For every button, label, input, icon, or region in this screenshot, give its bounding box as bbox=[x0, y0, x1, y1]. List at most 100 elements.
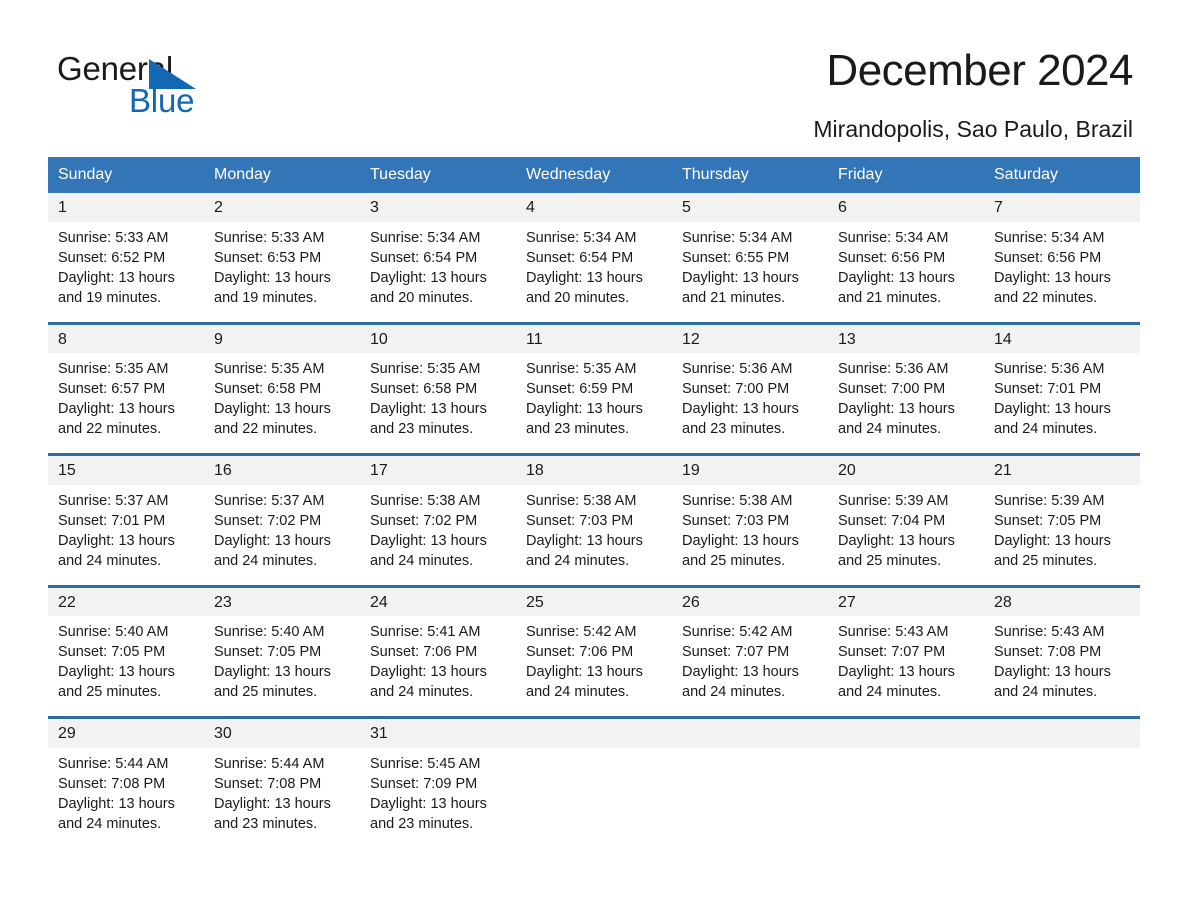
day-number-cell[interactable]: 17 bbox=[360, 453, 516, 485]
day-number-cell[interactable]: 18 bbox=[516, 453, 672, 485]
week-details-row: Sunrise: 5:35 AM Sunset: 6:57 PM Daylight:… bbox=[48, 353, 1140, 455]
daylight-text: Daylight: 13 hours and 24 minutes. bbox=[58, 795, 175, 832]
day-details-cell: Sunrise: 5:34 AM Sunset: 6:56 PM Daylight:… bbox=[984, 221, 1140, 324]
day-details-cell: Sunrise: 5:38 AM Sunset: 7:03 PM Daylight:… bbox=[516, 484, 672, 587]
sunset-text: Sunset: 7:08 PM bbox=[214, 775, 322, 792]
sunrise-text: Sunrise: 5:40 AM bbox=[58, 624, 169, 641]
sunrise-text: Sunrise: 5:38 AM bbox=[526, 492, 637, 509]
day-details-cell: Sunrise: 5:36 AM Sunset: 7:01 PM Daylight:… bbox=[984, 353, 1140, 455]
day-number-cell[interactable]: 25 bbox=[516, 584, 672, 617]
daylight-text: Daylight: 13 hours and 25 minutes. bbox=[994, 532, 1111, 569]
day-number-cell[interactable]: 13 bbox=[828, 321, 984, 354]
day-number-cell[interactable]: 30 bbox=[204, 716, 360, 748]
weekday-header-thursday: Thursday bbox=[672, 157, 828, 193]
day-details-cell: Sunrise: 5:36 AM Sunset: 7:00 PM Daylight:… bbox=[672, 353, 828, 455]
daylight-text: Daylight: 13 hours and 23 minutes. bbox=[214, 795, 331, 832]
week-details-row: Sunrise: 5:40 AM Sunset: 7:05 PM Daylight:… bbox=[48, 616, 1140, 718]
sunrise-text: Sunrise: 5:36 AM bbox=[994, 361, 1105, 378]
sunset-text: Sunset: 7:07 PM bbox=[838, 644, 946, 661]
day-number-cell[interactable]: 19 bbox=[672, 453, 828, 485]
daylight-text: Daylight: 13 hours and 24 minutes. bbox=[838, 664, 955, 701]
sunset-text: Sunset: 6:54 PM bbox=[526, 249, 634, 266]
day-number-cell[interactable]: 12 bbox=[672, 321, 828, 354]
sunrise-text: Sunrise: 5:35 AM bbox=[526, 361, 637, 378]
sunset-text: Sunset: 7:08 PM bbox=[58, 775, 166, 792]
day-number-cell[interactable]: 11 bbox=[516, 321, 672, 354]
day-number-cell[interactable]: 2 bbox=[204, 193, 360, 222]
week-details-row: Sunrise: 5:37 AM Sunset: 7:01 PM Daylight:… bbox=[48, 484, 1140, 587]
day-number-cell[interactable]: 14 bbox=[984, 321, 1140, 354]
daylight-text: Daylight: 13 hours and 21 minutes. bbox=[838, 269, 955, 306]
day-number-cell[interactable]: 4 bbox=[516, 193, 672, 222]
day-details-empty bbox=[984, 747, 1140, 848]
day-number-empty bbox=[984, 716, 1140, 748]
sunrise-text: Sunrise: 5:33 AM bbox=[214, 229, 325, 246]
day-number-cell[interactable]: 3 bbox=[360, 193, 516, 222]
sunset-text: Sunset: 7:00 PM bbox=[682, 381, 790, 398]
sunset-text: Sunset: 7:06 PM bbox=[526, 644, 634, 661]
weekday-header-wednesday: Wednesday bbox=[516, 157, 672, 193]
day-number-cell[interactable]: 31 bbox=[360, 716, 516, 748]
sunrise-text: Sunrise: 5:43 AM bbox=[994, 624, 1105, 641]
day-number-cell[interactable]: 16 bbox=[204, 453, 360, 485]
day-number-cell[interactable]: 24 bbox=[360, 584, 516, 617]
day-number-empty bbox=[828, 716, 984, 748]
day-number-cell[interactable]: 1 bbox=[48, 193, 204, 222]
daylight-text: Daylight: 13 hours and 24 minutes. bbox=[994, 664, 1111, 701]
day-details-cell: Sunrise: 5:40 AM Sunset: 7:05 PM Daylight:… bbox=[48, 616, 204, 718]
day-number-cell[interactable]: 23 bbox=[204, 584, 360, 617]
day-number-cell[interactable]: 9 bbox=[204, 321, 360, 354]
weekday-header-monday: Monday bbox=[204, 157, 360, 193]
day-number-cell[interactable]: 6 bbox=[828, 193, 984, 222]
logo-text-blue: Blue bbox=[129, 82, 195, 119]
sunrise-text: Sunrise: 5:34 AM bbox=[526, 229, 637, 246]
day-number-cell[interactable]: 21 bbox=[984, 453, 1140, 485]
day-details-cell: Sunrise: 5:34 AM Sunset: 6:54 PM Daylight:… bbox=[360, 221, 516, 324]
week-details-row: Sunrise: 5:44 AM Sunset: 7:08 PM Daylight:… bbox=[48, 747, 1140, 848]
day-number-cell[interactable]: 27 bbox=[828, 584, 984, 617]
sunset-text: Sunset: 6:55 PM bbox=[682, 249, 790, 266]
day-number-cell[interactable]: 8 bbox=[48, 321, 204, 354]
day-number-cell[interactable]: 26 bbox=[672, 584, 828, 617]
daylight-text: Daylight: 13 hours and 22 minutes. bbox=[994, 269, 1111, 306]
sunrise-text: Sunrise: 5:42 AM bbox=[526, 624, 637, 641]
sunset-text: Sunset: 7:00 PM bbox=[838, 381, 946, 398]
day-number-cell[interactable]: 15 bbox=[48, 453, 204, 485]
sunrise-text: Sunrise: 5:39 AM bbox=[994, 492, 1105, 509]
daylight-text: Daylight: 13 hours and 25 minutes. bbox=[838, 532, 955, 569]
generalblue-logo[interactable]: General Blue bbox=[57, 52, 257, 118]
day-number-cell[interactable]: 5 bbox=[672, 193, 828, 222]
day-details-cell: Sunrise: 5:44 AM Sunset: 7:08 PM Daylight:… bbox=[204, 747, 360, 848]
day-details-cell: Sunrise: 5:40 AM Sunset: 7:05 PM Daylight:… bbox=[204, 616, 360, 718]
sunrise-sunset-calendar: Sunday Monday Tuesday Wednesday Thursday… bbox=[48, 157, 1140, 848]
day-number-cell[interactable]: 10 bbox=[360, 321, 516, 354]
day-details-empty bbox=[516, 747, 672, 848]
day-number-cell[interactable]: 22 bbox=[48, 584, 204, 617]
sunrise-text: Sunrise: 5:44 AM bbox=[214, 755, 325, 772]
day-details-cell: Sunrise: 5:42 AM Sunset: 7:07 PM Daylight:… bbox=[672, 616, 828, 718]
day-number-cell[interactable]: 28 bbox=[984, 584, 1140, 617]
day-details-cell: Sunrise: 5:38 AM Sunset: 7:03 PM Daylight:… bbox=[672, 484, 828, 587]
sunset-text: Sunset: 7:03 PM bbox=[682, 512, 790, 529]
weekday-header-row: Sunday Monday Tuesday Wednesday Thursday… bbox=[48, 157, 1140, 193]
week-details-row: Sunrise: 5:33 AM Sunset: 6:52 PM Daylight:… bbox=[48, 221, 1140, 324]
weekday-header-sunday: Sunday bbox=[48, 157, 204, 193]
day-details-cell: Sunrise: 5:44 AM Sunset: 7:08 PM Daylight:… bbox=[48, 747, 204, 848]
day-number-cell[interactable]: 20 bbox=[828, 453, 984, 485]
day-details-cell: Sunrise: 5:35 AM Sunset: 6:59 PM Daylight:… bbox=[516, 353, 672, 455]
sunset-text: Sunset: 6:53 PM bbox=[214, 249, 322, 266]
day-number-cell[interactable]: 29 bbox=[48, 716, 204, 748]
day-details-empty bbox=[672, 747, 828, 848]
sunset-text: Sunset: 7:05 PM bbox=[214, 644, 322, 661]
sunset-text: Sunset: 7:01 PM bbox=[58, 512, 166, 529]
daylight-text: Daylight: 13 hours and 23 minutes. bbox=[370, 401, 487, 438]
day-number-cell[interactable]: 7 bbox=[984, 193, 1140, 222]
sunset-text: Sunset: 7:06 PM bbox=[370, 644, 478, 661]
sunrise-text: Sunrise: 5:44 AM bbox=[58, 755, 169, 772]
day-details-cell: Sunrise: 5:33 AM Sunset: 6:53 PM Daylight:… bbox=[204, 221, 360, 324]
sunrise-text: Sunrise: 5:34 AM bbox=[838, 229, 949, 246]
day-number-empty bbox=[516, 716, 672, 748]
day-details-cell: Sunrise: 5:37 AM Sunset: 7:01 PM Daylight:… bbox=[48, 484, 204, 587]
day-details-cell: Sunrise: 5:43 AM Sunset: 7:07 PM Daylight:… bbox=[828, 616, 984, 718]
week-daynumber-row: 8 9 10 11 12 13 14 bbox=[48, 321, 1140, 354]
